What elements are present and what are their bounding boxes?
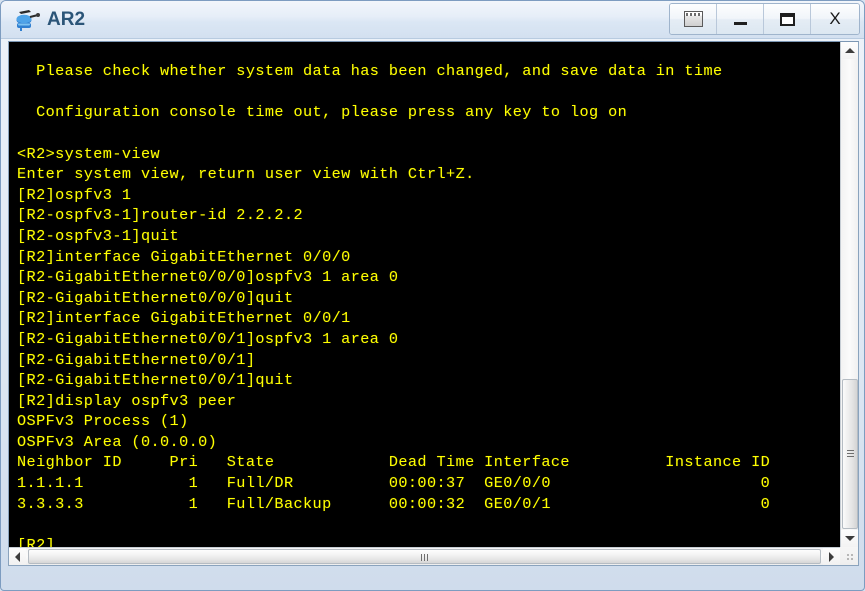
chevron-down-icon bbox=[844, 536, 855, 541]
terminal-window: AR2 X Please check whether system data h… bbox=[0, 0, 865, 591]
close-icon: X bbox=[829, 9, 841, 28]
chevron-left-icon bbox=[15, 551, 20, 562]
terminal-output: Please check whether system data has bee… bbox=[17, 62, 771, 547]
window-restore-icon bbox=[670, 4, 716, 34]
vertical-scrollbar-thumb[interactable] bbox=[842, 379, 858, 529]
scrollbar-grip-icon bbox=[420, 554, 429, 561]
terminal-frame: Please check whether system data has bee… bbox=[8, 41, 859, 566]
title-bar[interactable]: AR2 X bbox=[1, 1, 864, 39]
scroll-up-button[interactable] bbox=[841, 42, 858, 59]
terminal-console[interactable]: Please check whether system data has bee… bbox=[9, 42, 840, 547]
title-bar-left: AR2 bbox=[15, 5, 85, 35]
resize-grip[interactable] bbox=[840, 547, 858, 565]
close-button[interactable]: X bbox=[811, 4, 859, 34]
vertical-scrollbar[interactable] bbox=[840, 42, 858, 547]
scrollbar-grip-icon bbox=[847, 450, 854, 458]
chevron-right-icon bbox=[829, 551, 834, 562]
horizontal-scrollbar-thumb[interactable] bbox=[28, 549, 821, 564]
window-title: AR2 bbox=[47, 9, 86, 30]
minimize-icon bbox=[717, 4, 763, 34]
router-icon bbox=[15, 7, 41, 33]
minimize-button[interactable] bbox=[717, 4, 764, 34]
scroll-right-button[interactable] bbox=[823, 548, 840, 565]
scroll-down-button[interactable] bbox=[841, 530, 858, 547]
restore-window-button[interactable] bbox=[670, 4, 717, 34]
horizontal-scrollbar[interactable] bbox=[9, 547, 840, 565]
scroll-left-button[interactable] bbox=[9, 548, 26, 565]
chevron-up-icon bbox=[844, 48, 855, 53]
maximize-icon bbox=[764, 4, 810, 34]
window-controls: X bbox=[669, 3, 860, 35]
maximize-button[interactable] bbox=[764, 4, 811, 34]
